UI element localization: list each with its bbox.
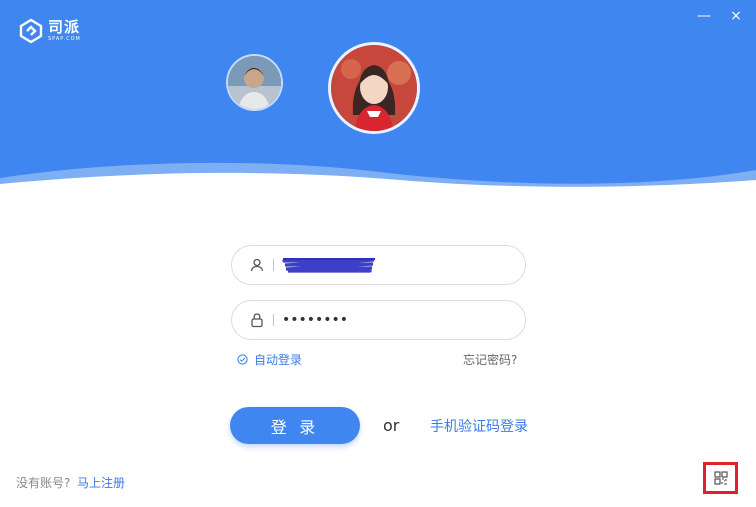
- user-avatar-photo-icon: [228, 56, 281, 109]
- forgot-password-link[interactable]: 忘记密码?: [463, 351, 517, 368]
- account-avatar-secondary[interactable]: [228, 56, 281, 109]
- or-separator-text: or: [383, 416, 400, 435]
- check-circle-icon: [237, 354, 248, 365]
- qr-code-icon: [713, 471, 728, 485]
- brand-name: 司派: [48, 18, 81, 36]
- redacted-username-scribble: [282, 258, 375, 273]
- field-separator: [273, 259, 274, 271]
- user-icon: [250, 258, 264, 272]
- close-button[interactable]: ×: [726, 6, 746, 26]
- password-input[interactable]: [282, 312, 482, 328]
- brand-domain: SPAP.COM: [48, 36, 81, 42]
- qr-login-button[interactable]: [703, 462, 738, 494]
- auto-login-label: 自动登录: [254, 353, 303, 367]
- minimize-icon: —: [697, 8, 711, 24]
- header-wave: [0, 162, 756, 210]
- password-field[interactable]: [231, 300, 526, 340]
- lock-icon: [251, 313, 263, 328]
- register-link[interactable]: 马上注册: [77, 474, 125, 491]
- logo-icon: [19, 18, 43, 44]
- username-field[interactable]: [231, 245, 526, 285]
- minimize-button[interactable]: —: [694, 6, 714, 26]
- user-avatar-photo-icon: [331, 45, 417, 131]
- close-icon: ×: [730, 8, 742, 24]
- auto-login-toggle[interactable]: 自动登录: [237, 351, 302, 368]
- no-account-text: 没有账号?: [16, 476, 71, 490]
- sms-code-login-link[interactable]: 手机验证码登录: [430, 416, 528, 436]
- login-button[interactable]: 登 录: [230, 407, 360, 444]
- field-separator: [273, 314, 274, 326]
- app-logo: 司派 SPAP.COM: [18, 18, 81, 44]
- account-avatar-current[interactable]: [331, 45, 417, 131]
